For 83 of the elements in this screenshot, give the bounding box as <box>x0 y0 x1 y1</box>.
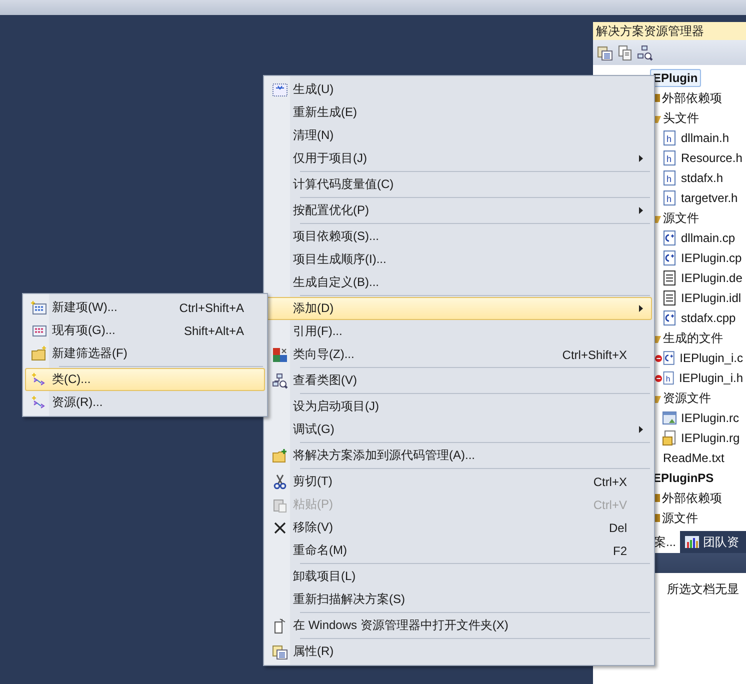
class-icon <box>31 372 47 388</box>
menu-item[interactable]: 清理(N) <box>266 124 652 147</box>
header-file-icon: h <box>662 130 678 146</box>
tree-item[interactable]: 外部依赖项 <box>660 88 725 108</box>
tree-item[interactable]: ReadMe.txt <box>660 449 728 467</box>
tree-item[interactable]: stdafx.h <box>678 169 726 187</box>
build-icon <box>272 82 288 98</box>
menu-item[interactable]: 新建项(W)... Ctrl+Shift+A <box>25 296 265 319</box>
menu-item[interactable]: 类向导(Z)... Ctrl+Shift+X <box>266 343 652 366</box>
tree-item[interactable]: IEPlugin_i.c <box>676 349 746 367</box>
panel-tab[interactable]: 团队资 <box>680 531 744 553</box>
menu-item[interactable]: 新建筛选器(F) <box>25 342 265 365</box>
header-file-icon: h <box>662 370 676 386</box>
header-file-icon: h <box>662 190 678 206</box>
tree-item[interactable]: Resource.h <box>678 149 746 167</box>
menu-item[interactable]: 引用(F)... <box>266 320 652 343</box>
menu-item[interactable]: 生成自定义(B)... <box>266 271 652 294</box>
menu-item[interactable]: 仅用于项目(J) <box>266 147 652 170</box>
menu-item[interactable]: 在 Windows 资源管理器中打开文件夹(X) <box>266 614 652 637</box>
diagram-icon[interactable] <box>637 44 653 60</box>
menu-item[interactable]: 移除(V) Del <box>266 516 652 539</box>
header-file-icon: h <box>662 150 678 166</box>
menu-item[interactable]: 属性(R) <box>266 640 652 663</box>
folder-add-icon <box>272 448 288 464</box>
menu-item[interactable]: 剪切(T) Ctrl+X <box>266 470 652 493</box>
remove-icon <box>272 520 288 536</box>
copy-pages-icon[interactable] <box>617 44 633 60</box>
menu-item[interactable]: 资源(R)... <box>25 391 265 414</box>
properties-icon <box>272 644 288 660</box>
folder-icon <box>31 346 47 362</box>
menu-item[interactable]: 按配置优化(P) <box>266 199 652 222</box>
tree-item[interactable]: 外部依赖项 <box>660 488 725 508</box>
new-item-icon <box>31 300 47 316</box>
menu-item[interactable]: 卸载项目(L) <box>266 565 652 588</box>
menu-item[interactable]: 将解决方案添加到源代码管理(A)... <box>266 444 652 467</box>
tree-item[interactable]: IEPlugin.rg <box>678 429 743 447</box>
tree-item[interactable]: dllmain.cp <box>678 229 738 247</box>
tree-item[interactable]: IEPlugin_i.h <box>676 369 746 387</box>
registry-file-icon <box>662 430 678 446</box>
tree-item[interactable]: 生成的文件 <box>661 328 726 348</box>
header-file-icon: h <box>662 170 678 186</box>
tree-item[interactable]: IEPlugin.cp <box>678 249 745 267</box>
wizard-icon <box>272 346 288 362</box>
cpp-file-icon <box>662 230 678 246</box>
scissors-icon <box>272 474 288 490</box>
menu-item[interactable]: 调试(G) <box>266 418 652 441</box>
tree-item[interactable]: 资源文件 <box>661 388 714 408</box>
tree-item[interactable]: targetver.h <box>678 189 741 207</box>
status-message: 所选文档无显 <box>667 582 739 596</box>
tree-item[interactable]: 头文件 <box>661 108 702 128</box>
menu-item[interactable]: 计算代码度量值(C) <box>266 173 652 196</box>
tree-item[interactable]: stdafx.cpp <box>678 309 739 327</box>
tree-item[interactable]: IEPlugin.rc <box>678 409 742 427</box>
document-icon <box>272 618 288 634</box>
menu-item[interactable]: 查看类图(V) <box>266 369 652 392</box>
resource-file-icon <box>662 410 678 426</box>
tree-item[interactable]: EPlugin <box>650 69 701 87</box>
diagram-icon <box>272 372 288 388</box>
menu-item[interactable]: 添加(D) <box>266 297 652 320</box>
tree-item[interactable]: IEPlugin.idl <box>678 289 744 307</box>
existing-item-icon <box>31 322 47 338</box>
menu-item[interactable]: 重命名(M) F2 <box>266 539 652 562</box>
panel-title: 解决方案资源管理器 <box>593 22 746 40</box>
cpp-file-icon <box>662 250 678 266</box>
class-icon <box>31 394 47 410</box>
paste-icon <box>272 496 288 512</box>
properties-icon[interactable] <box>597 44 613 60</box>
menu-item[interactable]: 项目依赖项(S)... <box>266 225 652 248</box>
tree-item[interactable]: 源文件 <box>660 508 701 528</box>
menu-item[interactable]: 生成(U) <box>266 78 652 101</box>
cpp-file-icon <box>662 350 677 366</box>
menu-item[interactable]: 重新扫描解决方案(S) <box>266 588 652 611</box>
text-file-icon <box>662 270 678 286</box>
menu-item[interactable]: 类(C)... <box>25 368 265 391</box>
menu-item[interactable]: 现有项(G)... Shift+Alt+A <box>25 319 265 342</box>
cpp-file-icon <box>662 310 678 326</box>
tree-item[interactable]: dllmain.h <box>678 129 732 147</box>
menu-item[interactable]: 设为启动项目(J) <box>266 395 652 418</box>
tree-item[interactable]: 源文件 <box>661 208 702 228</box>
menu-item[interactable]: 重新生成(E) <box>266 101 652 124</box>
menu-item[interactable]: 项目生成顺序(I)... <box>266 248 652 271</box>
tree-item[interactable]: IEPlugin.de <box>678 269 746 287</box>
text-file-icon <box>662 290 678 306</box>
